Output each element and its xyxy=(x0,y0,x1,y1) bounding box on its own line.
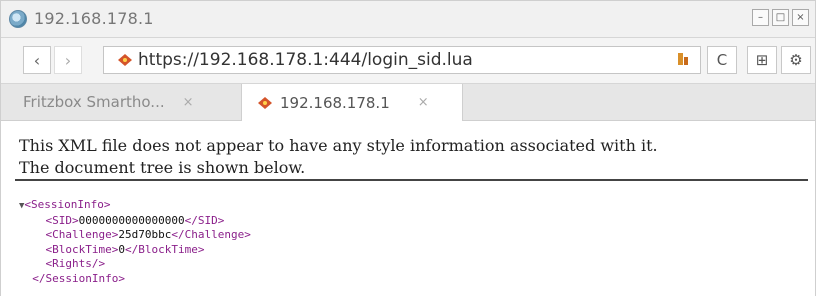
title-bar: 192.168.178.1 – □ × xyxy=(1,1,815,38)
tab-close-icon[interactable]: × xyxy=(183,95,194,110)
tab-active[interactable]: 192.168.178.1 × xyxy=(241,84,463,121)
reload-button[interactable]: C xyxy=(707,46,737,74)
notice-line-1: This XML file does not appear to have an… xyxy=(19,136,658,155)
security-warning-icon[interactable] xyxy=(118,54,132,66)
bookmark-icon: ⊞ xyxy=(755,51,769,69)
xml-tree: ▼<SessionInfo> <SID>0000000000000000</SI… xyxy=(19,198,251,286)
gear-icon: ⚙ xyxy=(789,51,803,69)
xml-notice: This XML file does not appear to have an… xyxy=(19,135,658,179)
tab-close-icon[interactable]: × xyxy=(418,95,429,110)
bookmark-button[interactable]: ⊞ xyxy=(747,46,777,74)
xml-root-close: </SessionInfo> xyxy=(32,271,125,285)
xml-node-rights: <Rights/> xyxy=(45,257,106,270)
minimize-button[interactable]: – xyxy=(752,9,769,26)
browser-window: 192.168.178.1 – □ × ‹ › https://192.168.… xyxy=(0,0,816,297)
xml-node-sid: <SID>0000000000000000</SID> xyxy=(45,213,225,227)
xml-node-blocktime: <BlockTime>0</BlockTime> xyxy=(45,242,205,256)
window-controls: – □ × xyxy=(752,9,809,26)
back-button[interactable]: ‹ xyxy=(23,46,51,74)
chevron-left-icon: ‹ xyxy=(33,50,41,70)
divider xyxy=(15,179,808,181)
tab-strip: Fritzbox Smartho... × 192.168.178.1 × xyxy=(1,84,815,121)
reload-icon: C xyxy=(716,51,728,69)
close-button[interactable]: × xyxy=(792,9,809,26)
globe-icon xyxy=(9,10,27,28)
maximize-button[interactable]: □ xyxy=(772,9,789,26)
address-bar[interactable]: https://192.168.178.1:444/login_sid.lua xyxy=(103,46,701,74)
notice-line-2: The document tree is shown below. xyxy=(19,158,306,177)
tab-label: Fritzbox Smartho... xyxy=(23,93,165,111)
settings-button[interactable]: ⚙ xyxy=(781,46,811,74)
tab-fritzbox[interactable]: Fritzbox Smartho... × xyxy=(23,84,241,120)
key-icon[interactable] xyxy=(676,51,690,67)
chevron-right-icon: › xyxy=(64,50,72,70)
forward-button[interactable]: › xyxy=(54,46,82,74)
window-title: 192.168.178.1 xyxy=(34,9,154,28)
navigation-bar: ‹ › https://192.168.178.1:444/login_sid.… xyxy=(1,38,815,84)
page-content: This XML file does not appear to have an… xyxy=(1,121,815,297)
xml-root-open[interactable]: ▼<SessionInfo> xyxy=(19,198,251,214)
url-text: https://192.168.178.1:444/login_sid.lua xyxy=(138,50,473,70)
tab-label: 192.168.178.1 xyxy=(280,93,390,112)
security-warning-icon xyxy=(258,96,272,109)
xml-node-challenge: <Challenge>25d70bbc</Challenge> xyxy=(45,228,251,241)
